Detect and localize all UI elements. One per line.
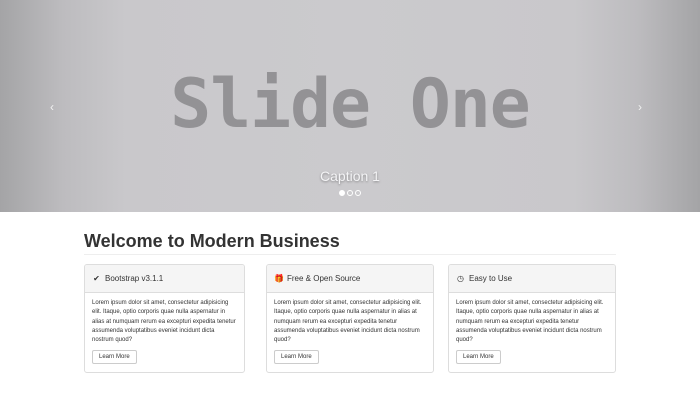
page-heading: Welcome to Modern Business xyxy=(84,229,616,255)
learn-more-button[interactable]: Learn More xyxy=(92,350,137,365)
panel-text: Lorem ipsum dolor sit amet, consectetur … xyxy=(274,300,422,344)
panel-body: Lorem ipsum dolor sit amet, consectetur … xyxy=(85,293,244,370)
panel-heading: ◷ Easy to Use xyxy=(449,265,615,293)
carousel-next-control[interactable]: › xyxy=(632,97,648,117)
panel-text: Lorem ipsum dolor sit amet, consectetur … xyxy=(92,300,236,344)
panel-body: Lorem ipsum dolor sit amet, consectetur … xyxy=(267,293,433,370)
check-icon: ✔ xyxy=(93,274,100,283)
panel-body: Lorem ipsum dolor sit amet, consectetur … xyxy=(449,293,615,370)
carousel-indicator[interactable] xyxy=(347,190,353,196)
slide-title: Slide One xyxy=(170,65,530,144)
carousel-indicators xyxy=(0,190,700,196)
panel-heading: 🎁 Free & Open Source xyxy=(267,265,433,293)
learn-more-button[interactable]: Learn More xyxy=(274,350,319,365)
chevron-left-icon: ‹ xyxy=(50,100,54,114)
compass-icon: ◷ xyxy=(457,274,464,283)
learn-more-button[interactable]: Learn More xyxy=(456,350,501,365)
carousel-prev-control[interactable]: ‹ xyxy=(44,97,60,117)
carousel-indicator[interactable] xyxy=(339,190,345,196)
feature-panel: ✔ Bootstrap v3.1.1 Lorem ipsum dolor sit… xyxy=(84,264,245,373)
panel-heading: ✔ Bootstrap v3.1.1 xyxy=(85,265,244,293)
panel-title: Easy to Use xyxy=(469,274,513,283)
feature-panel: ◷ Easy to Use Lorem ipsum dolor sit amet… xyxy=(448,264,616,373)
panel-title: Free & Open Source xyxy=(287,274,361,283)
carousel-indicator[interactable] xyxy=(355,190,361,196)
panel-text: Lorem ipsum dolor sit amet, consectetur … xyxy=(456,300,604,344)
feature-panel: 🎁 Free & Open Source Lorem ipsum dolor s… xyxy=(266,264,434,373)
hero-carousel: Slide One ‹ › Caption 1 xyxy=(0,0,700,212)
slide-caption: Caption 1 xyxy=(320,168,380,184)
chevron-right-icon: › xyxy=(638,100,642,114)
panel-title: Bootstrap v3.1.1 xyxy=(105,274,164,283)
gift-icon: 🎁 xyxy=(274,274,284,283)
